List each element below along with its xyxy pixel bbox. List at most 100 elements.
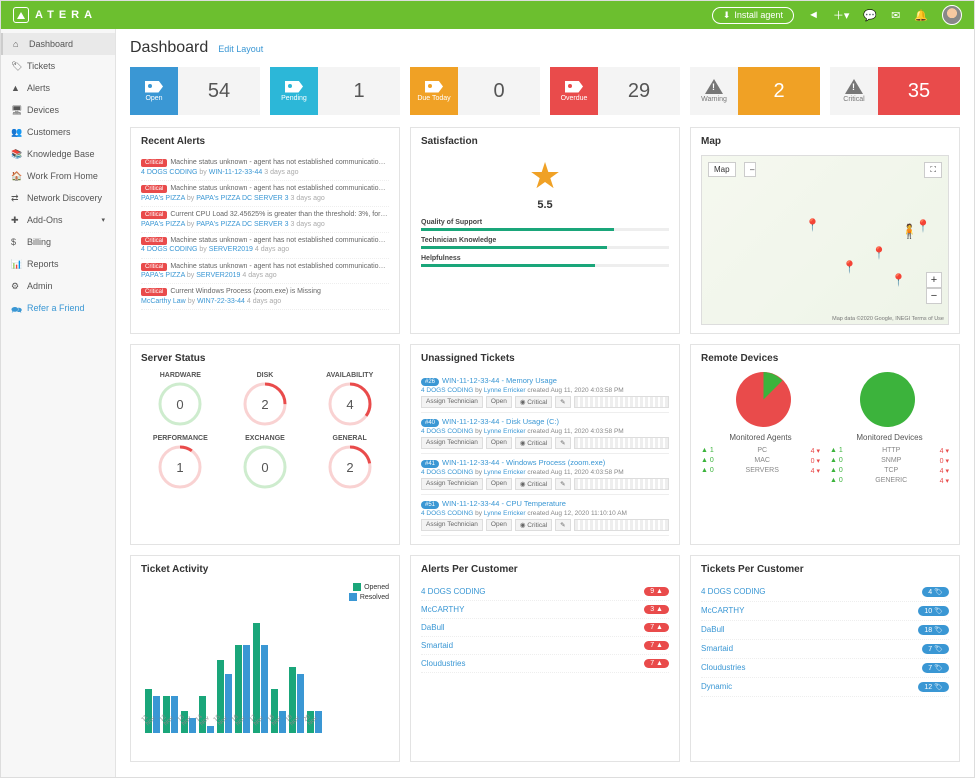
gauge-hardware[interactable]: HARDWARE0 (141, 372, 220, 429)
map-pin-icon[interactable]: 📍 (872, 246, 887, 260)
sidebar-item-reports[interactable]: 📊Reports (1, 253, 115, 275)
alert-row[interactable]: CriticalMachine status unknown - agent h… (141, 259, 389, 285)
remote-row[interactable]: ▲ 0SERVERS4 ▾ (701, 466, 820, 476)
map-canvas[interactable]: Map – ⛶ 📍 📍 📍 📍 📍 🧍 + − Map data (701, 155, 949, 325)
priority-button[interactable]: ◉ Critical (515, 519, 552, 531)
priority-button[interactable]: ◉ Critical (515, 478, 552, 490)
remote-row[interactable]: ▲ 1PC4 ▾ (701, 446, 820, 456)
alert-row[interactable]: CriticalCurrent CPU Load 32.45625% is gr… (141, 207, 389, 233)
ticket-row[interactable]: #51WIN-11-12-33-44 - CPU Temperature4 DO… (421, 495, 669, 536)
stat-due-today[interactable]: Due Today0 (410, 67, 540, 115)
mail-icon[interactable]: ✉ (891, 9, 900, 22)
bell-icon[interactable]: 🔔 (914, 9, 928, 22)
sidebar-item-network-discovery[interactable]: ⇄Network Discovery (1, 187, 115, 209)
map-pin-icon[interactable]: 📍 (805, 218, 820, 232)
customer-link[interactable]: PAPA's PIZZA (141, 272, 185, 279)
status-button[interactable]: Open (486, 519, 512, 531)
customer-row[interactable]: DaBull18 🏷 (701, 621, 949, 640)
customer-link[interactable]: PAPA's PIZZA (141, 221, 185, 228)
sidebar-item-dashboard[interactable]: ⌂Dashboard (1, 33, 115, 55)
zoom-in-button[interactable]: + (926, 272, 942, 288)
remote-row[interactable]: ▲ 0MAC0 ▾ (701, 456, 820, 466)
gauge-disk[interactable]: DISK2 (226, 372, 305, 429)
device-link[interactable]: SERVER2019 (209, 246, 253, 253)
edit-icon[interactable]: ✎ (555, 396, 570, 408)
sidebar-item-add-ons[interactable]: ✚Add-Ons▾ (1, 209, 115, 231)
remote-row[interactable]: ▲ 0GENERIC4 ▾ (830, 476, 949, 486)
sidebar-item-admin[interactable]: ⚙Admin (1, 275, 115, 297)
assign-button[interactable]: Assign Technician (421, 478, 483, 490)
gauge-availability[interactable]: AVAILABILITY4 (310, 372, 389, 429)
gauge-performance[interactable]: PERFORMANCE1 (141, 435, 220, 492)
sidebar-item-alerts[interactable]: ▲Alerts (1, 77, 115, 99)
sidebar-item-tickets[interactable]: 🏷Tickets (1, 55, 115, 77)
stat-pending[interactable]: Pending1 (270, 67, 400, 115)
customer-row[interactable]: Smartaid7 🏷 (701, 640, 949, 659)
edit-icon[interactable]: ✎ (555, 437, 570, 449)
gauge-exchange[interactable]: EXCHANGE0 (226, 435, 305, 492)
edit-layout-link[interactable]: Edit Layout (218, 44, 263, 54)
device-link[interactable]: SERVER2019 (196, 272, 240, 279)
customer-row[interactable]: McCARTHY10 🏷 (701, 602, 949, 621)
priority-button[interactable]: ◉ Critical (515, 396, 552, 408)
stat-overdue[interactable]: Overdue29 (550, 67, 680, 115)
stat-open[interactable]: Open54 (130, 67, 260, 115)
sidebar-item-devices[interactable]: 🖥Devices (1, 99, 115, 121)
customer-row[interactable]: McCARTHY3 ▲ (421, 601, 669, 619)
chat-icon[interactable]: 💬 (863, 9, 877, 22)
announce-icon[interactable]: ◄ (808, 9, 819, 21)
customer-link[interactable]: PAPA's PIZZA (141, 195, 185, 202)
status-button[interactable]: Open (486, 396, 512, 408)
pegman-icon[interactable]: 🧍 (901, 223, 918, 240)
map-pin-icon[interactable]: 📍 (891, 273, 906, 287)
device-link[interactable]: WIN7-22-33-44 (197, 298, 245, 305)
edit-icon[interactable]: ✎ (555, 478, 570, 490)
map-dropdown-icon[interactable]: – (744, 162, 756, 177)
ticket-row[interactable]: #40WIN-11-12-33-44 - Disk Usage (C:)4 DO… (421, 413, 669, 454)
assign-button[interactable]: Assign Technician (421, 396, 483, 408)
assign-button[interactable]: Assign Technician (421, 519, 483, 531)
fullscreen-icon[interactable]: ⛶ (924, 162, 942, 178)
sidebar-item-customers[interactable]: 👥Customers (1, 121, 115, 143)
customer-row[interactable]: Cloudustries7 ▲ (421, 655, 669, 673)
device-link[interactable]: PAPA's PIZZA DC SERVER 3 (196, 195, 288, 202)
device-link[interactable]: WIN-11-12-33-44 (209, 169, 263, 176)
customer-row[interactable]: 4 DOGS CODING4 🏷 (701, 583, 949, 602)
assign-button[interactable]: Assign Technician (421, 437, 483, 449)
customer-row[interactable]: Smartaid7 ▲ (421, 637, 669, 655)
install-agent-button[interactable]: ⬇ Install agent (712, 7, 794, 24)
avatar[interactable] (942, 5, 962, 25)
map-type-button[interactable]: Map (708, 162, 736, 177)
customer-row[interactable]: Dynamic12 🏷 (701, 678, 949, 697)
stat-critical[interactable]: Critical35 (830, 67, 960, 115)
sidebar-item-refer-a-friend[interactable]: 🗪Refer a Friend (1, 297, 115, 319)
customer-row[interactable]: Cloudustries7 🏷 (701, 659, 949, 678)
brand-logo[interactable]: ATERA (13, 7, 97, 23)
priority-button[interactable]: ◉ Critical (515, 437, 552, 449)
map-pin-icon[interactable]: 📍 (916, 219, 931, 233)
alert-row[interactable]: CriticalCurrent Windows Process (zoom.ex… (141, 284, 389, 310)
device-link[interactable]: PAPA's PIZZA DC SERVER 3 (196, 221, 288, 228)
customer-link[interactable]: 4 DOGS CODING (141, 246, 197, 253)
sidebar-item-billing[interactable]: $Billing (1, 231, 115, 253)
stat-warning[interactable]: Warning2 (690, 67, 820, 115)
ticket-row[interactable]: #41WIN-11-12-33-44 - Windows Process (zo… (421, 454, 669, 495)
status-button[interactable]: Open (486, 437, 512, 449)
map-pin-icon[interactable]: 📍 (842, 260, 857, 274)
customer-link[interactable]: 4 DOGS CODING (141, 169, 197, 176)
customer-row[interactable]: DaBull7 ▲ (421, 619, 669, 637)
sidebar-item-work-from-home[interactable]: 🏠Work From Home (1, 165, 115, 187)
alert-row[interactable]: CriticalMachine status unknown - agent h… (141, 233, 389, 259)
ticket-row[interactable]: #26WIN-11-12-33-44 - Memory Usage4 DOGS … (421, 372, 669, 413)
alert-row[interactable]: CriticalMachine status unknown - agent h… (141, 155, 389, 181)
status-button[interactable]: Open (486, 478, 512, 490)
alert-row[interactable]: CriticalMachine status unknown - agent h… (141, 181, 389, 207)
zoom-out-button[interactable]: − (926, 288, 942, 304)
add-icon[interactable]: ＋▾ (833, 7, 850, 23)
sidebar-item-knowledge-base[interactable]: 📚Knowledge Base (1, 143, 115, 165)
customer-row[interactable]: 4 DOGS CODING9 ▲ (421, 583, 669, 601)
gauge-general[interactable]: GENERAL2 (310, 435, 389, 492)
remote-row[interactable]: ▲ 1HTTP4 ▾ (830, 446, 949, 456)
edit-icon[interactable]: ✎ (555, 519, 570, 531)
customer-link[interactable]: McCarthy Law (141, 298, 186, 305)
